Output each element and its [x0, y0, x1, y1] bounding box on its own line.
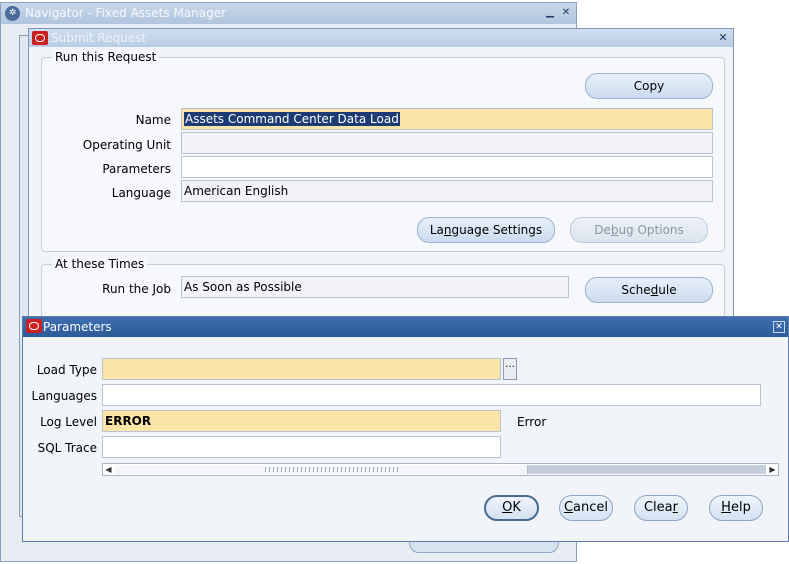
parameters-window: Parameters ✕ Load Type ··· Languages Log… — [22, 316, 789, 542]
name-field[interactable]: Assets Command Center Data Load — [181, 108, 713, 130]
language-settings-label-c: guage Settings — [451, 223, 543, 237]
clear-label-b: r — [672, 500, 678, 515]
navigator-close-icon[interactable]: ✕ — [560, 7, 572, 19]
debug-options-button[interactable]: Debug Options — [570, 217, 708, 243]
oracle-navigator-icon: ✲ — [5, 6, 20, 21]
scrollbar-grip — [265, 467, 401, 472]
times-group-label: At these Times — [52, 257, 148, 271]
submit-request-title: Submit Request — [51, 31, 147, 45]
parameters-close-icon[interactable]: ✕ — [773, 321, 785, 333]
language-settings-label-a: La — [429, 223, 444, 237]
parameters-title-bar[interactable]: Parameters ✕ — [23, 317, 788, 337]
ok-button[interactable]: OK — [484, 495, 539, 521]
oracle-logo-icon — [26, 319, 42, 333]
parameters-title: Parameters — [43, 320, 112, 334]
ok-label-b: O — [502, 500, 513, 515]
log-level-field[interactable]: ERROR — [102, 410, 501, 432]
submit-request-title-bar[interactable]: Submit Request ✕ — [29, 29, 733, 47]
log-level-description: Error — [517, 415, 547, 429]
language-settings-label-b: n — [443, 223, 452, 237]
parameters-field[interactable] — [181, 156, 713, 178]
scroll-right-icon[interactable]: ▶ — [767, 464, 778, 475]
operating-unit-field[interactable] — [181, 132, 713, 154]
sql-trace-field[interactable] — [102, 436, 501, 458]
clear-label-a: Clea — [643, 500, 673, 515]
cancel-button[interactable]: Cancel — [559, 495, 613, 521]
scroll-left-icon[interactable]: ◀ — [103, 464, 114, 475]
language-label: Language — [111, 186, 171, 200]
submit-request-window: Submit Request ✕ Run this Request Copy N… — [28, 28, 734, 326]
name-label: Name — [135, 113, 171, 127]
help-label-b: H — [721, 500, 731, 515]
submit-request-close-icon[interactable]: ✕ — [717, 32, 729, 44]
minimize-icon[interactable]: ▁ — [544, 7, 556, 19]
language-settings-button[interactable]: Language Settings — [417, 217, 555, 243]
navigator-title-bar[interactable]: ✲ Navigator - Fixed Assets Manager ▁ ✕ — [1, 3, 576, 24]
help-label-c: elp — [730, 500, 751, 515]
debug-options-label-c: ug Options — [618, 223, 684, 237]
run-job-field[interactable]: As Soon as Possible — [181, 276, 569, 298]
oracle-logo-icon — [32, 31, 48, 45]
cancel-label-c: ancel — [573, 500, 609, 515]
schedule-label-a: Sche — [621, 283, 651, 297]
languages-field[interactable] — [102, 384, 761, 406]
cancel-label-b: C — [563, 500, 574, 515]
schedule-label-c: ule — [658, 283, 677, 297]
navigator-title: Navigator - Fixed Assets Manager — [25, 6, 227, 20]
schedule-button[interactable]: Schedule — [585, 277, 713, 303]
help-button[interactable]: Help — [709, 495, 763, 521]
languages-label: Languages — [31, 389, 97, 403]
log-level-label: Log Level — [40, 415, 97, 429]
load-type-field[interactable] — [102, 358, 501, 380]
load-type-lov-button[interactable]: ··· — [503, 358, 517, 380]
name-value: Assets Command Center Data Load — [184, 112, 400, 126]
copy-button[interactable]: Copy — [585, 73, 713, 99]
clear-button[interactable]: Clear — [634, 495, 688, 521]
operating-unit-label: Operating Unit — [82, 138, 171, 152]
run-job-label: Run the Job — [102, 282, 171, 296]
language-field[interactable]: American English — [181, 180, 713, 202]
load-type-label: Load Type — [36, 363, 97, 377]
run-request-group-label: Run this Request — [52, 50, 160, 64]
scrollbar-track[interactable] — [528, 465, 766, 474]
sql-trace-label: SQL Trace — [37, 441, 97, 455]
parameters-label: Parameters — [102, 162, 171, 176]
ok-label-c: K — [512, 500, 521, 515]
copy-button-label: Copy — [633, 79, 665, 93]
debug-options-label-a: De — [594, 223, 611, 237]
scrollbar-thumb[interactable] — [115, 465, 528, 474]
horizontal-scrollbar[interactable]: ◀ ▶ — [102, 463, 779, 476]
